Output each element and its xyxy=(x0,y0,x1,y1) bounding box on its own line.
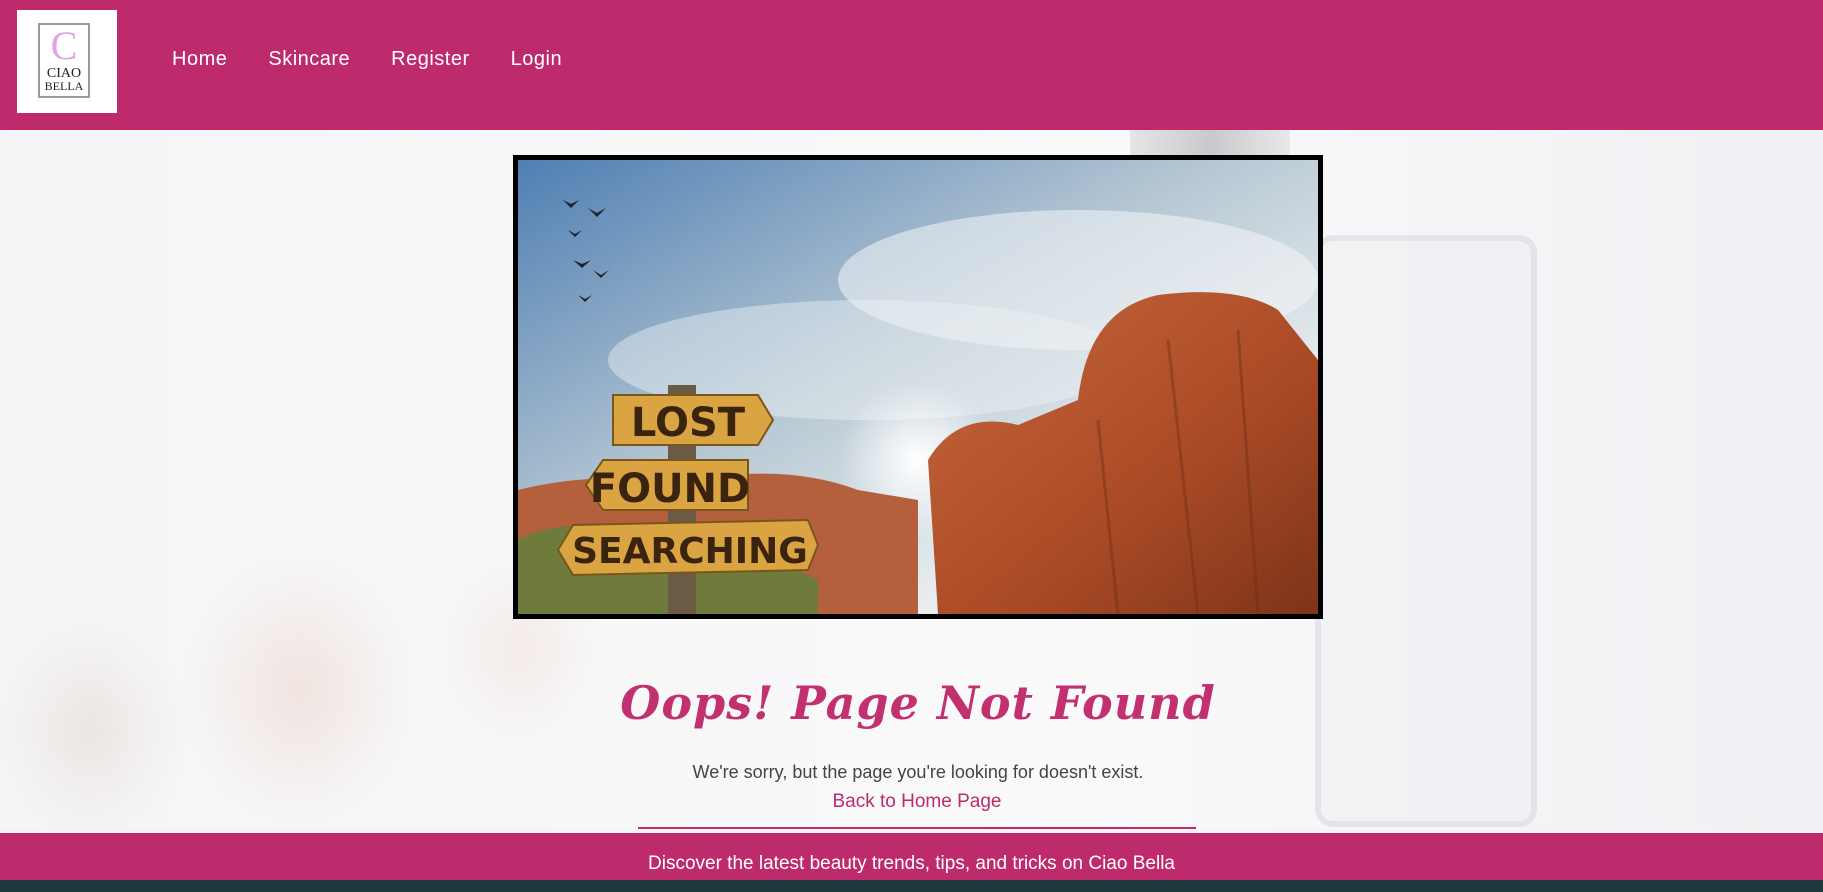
sign-text-searching: SEARCHING xyxy=(572,531,808,572)
page: C CIAO BELLA Home Skincare Register Logi… xyxy=(0,0,1823,880)
nav-login[interactable]: Login xyxy=(511,48,562,71)
site-footer: Discover the latest beauty trends, tips,… xyxy=(0,833,1823,880)
sign-searching: SEARCHING xyxy=(556,518,820,577)
sign-lost: LOST xyxy=(612,394,775,446)
background-bottle xyxy=(1315,235,1537,827)
hero-image: LOST FOUND SEARCHING xyxy=(513,155,1323,619)
logo[interactable]: C CIAO BELLA xyxy=(17,10,117,113)
page-title: Oops! Page Not Found xyxy=(620,675,1216,730)
sign-found: FOUND xyxy=(584,459,751,512)
logo-frame: C CIAO BELLA xyxy=(38,23,90,98)
nav-skincare[interactable]: Skincare xyxy=(268,48,350,71)
logo-letter: C xyxy=(50,23,78,68)
footer-text: Discover the latest beauty trends, tips,… xyxy=(648,853,1175,874)
main-nav: Home Skincare Register Login xyxy=(172,48,562,71)
sign-text-found: FOUND xyxy=(590,466,751,512)
back-home-link[interactable]: Back to Home Page xyxy=(638,791,1196,829)
site-header: C CIAO BELLA Home Skincare Register Logi… xyxy=(0,0,1823,130)
nav-register[interactable]: Register xyxy=(391,48,469,71)
logo-line-2: BELLA xyxy=(44,79,84,93)
nav-home[interactable]: Home xyxy=(172,48,227,71)
error-message: We're sorry, but the page you're looking… xyxy=(692,762,1144,782)
hero-illustration: LOST FOUND SEARCHING xyxy=(518,160,1318,614)
sign-text-lost: LOST xyxy=(631,400,746,446)
